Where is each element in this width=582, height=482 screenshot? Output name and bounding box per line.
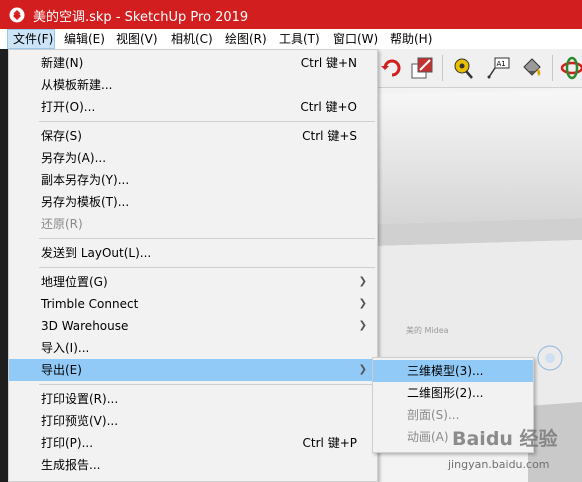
shortcut-text: Ctrl 键+N <box>300 56 357 70</box>
menu-bar: 文件(F) 编辑(E) 视图(V) 相机(C) 绘图(R) 工具(T) 窗口(W… <box>0 29 582 49</box>
menu-item-trimble-connect[interactable]: Trimble Connect ❯ <box>9 293 377 315</box>
menu-draw[interactable]: 绘图(R) <box>225 29 267 49</box>
menu-item-print[interactable]: 打印(P)... Ctrl 键+P <box>9 432 377 454</box>
menu-separator <box>39 121 375 122</box>
submenu-arrow-icon: ❯ <box>358 276 367 287</box>
menu-item-open[interactable]: 打开(O)... Ctrl 键+O <box>9 96 377 118</box>
menu-separator <box>39 267 375 268</box>
menu-item-export[interactable]: 导出(E) ❯ <box>9 359 377 381</box>
submenu-arrow-icon: ❯ <box>358 298 367 309</box>
menu-separator <box>39 238 375 239</box>
menu-file[interactable]: 文件(F) <box>7 29 55 49</box>
menu-item-save[interactable]: 保存(S) Ctrl 键+S <box>9 125 377 147</box>
menu-view[interactable]: 视图(V) <box>116 29 158 49</box>
menu-item-save-as-template[interactable]: 另存为模板(T)... <box>9 191 377 213</box>
menu-help[interactable]: 帮助(H) <box>390 29 432 49</box>
baidu-watermark: Baidu 经验 jingyan.baidu.com <box>444 420 582 482</box>
title-bar: 美的空调.skp - SketchUp Pro 2019 <box>0 0 582 29</box>
menu-item-print-setup[interactable]: 打印设置(R)... <box>9 388 377 410</box>
submenu-item-3d-model[interactable]: 三维模型(3)... <box>373 360 533 382</box>
submenu-arrow-icon: ❯ <box>358 364 367 375</box>
menu-camera[interactable]: 相机(C) <box>171 29 213 49</box>
menu-item-revert: 还原(R) <box>41 217 83 231</box>
file-menu-dropdown: 新建(N) Ctrl 键+N 从模板新建... 打开(O)... Ctrl 键+… <box>8 49 378 482</box>
window-title: 美的空调.skp - SketchUp Pro 2019 <box>33 10 249 25</box>
menu-item-new[interactable]: 新建(N) Ctrl 键+N <box>9 52 377 74</box>
menu-item-new-from-template[interactable]: 从模板新建... <box>9 74 377 96</box>
menu-edit[interactable]: 编辑(E) <box>64 29 105 49</box>
text-label-icon[interactable]: A1 <box>484 54 512 82</box>
menu-item-send-to-layout[interactable]: 发送到 LayOut(L)... <box>9 242 377 264</box>
toolbar-separator <box>552 55 553 81</box>
watermark-logo-text: Baidu 经验 <box>452 428 558 450</box>
menu-window[interactable]: 窗口(W) <box>333 29 378 49</box>
left-edge-strip <box>0 49 8 482</box>
submenu-item-2d-graphic[interactable]: 二维图形(2)... <box>373 382 533 404</box>
shortcut-text: Ctrl 键+O <box>300 100 357 114</box>
watermark-url: jingyan.baidu.com <box>448 458 550 471</box>
toolbar-separator <box>442 55 443 81</box>
toolbar: A1 <box>378 49 582 88</box>
menu-item-import[interactable]: 导入(I)... <box>9 337 377 359</box>
menu-tools[interactable]: 工具(T) <box>279 29 320 49</box>
menu-separator <box>39 384 375 385</box>
menu-item-3d-warehouse[interactable]: 3D Warehouse ❯ <box>9 315 377 337</box>
shortcut-text: Ctrl 键+P <box>302 436 357 450</box>
shortcut-text: Ctrl 键+S <box>302 129 357 143</box>
tape-measure-icon[interactable] <box>450 54 478 82</box>
scale-icon[interactable] <box>408 54 436 82</box>
orbit-icon[interactable] <box>558 54 582 82</box>
sketchup-logo-icon <box>9 7 25 23</box>
menu-item-save-copy-as[interactable]: 副本另存为(Y)... <box>9 169 377 191</box>
text-tool-label: A1 <box>497 60 506 68</box>
brand-text: 美的 Midea <box>406 325 449 335</box>
rotate-icon[interactable] <box>378 54 406 82</box>
menu-item-geo-location[interactable]: 地理位置(G) ❯ <box>9 271 377 293</box>
paint-bucket-icon[interactable] <box>518 54 546 82</box>
menu-item-save-as[interactable]: 另存为(A)... <box>9 147 377 169</box>
menu-item-generate-report[interactable]: 生成报告... <box>9 454 377 476</box>
menu-item-print-preview[interactable]: 打印预览(V)... <box>9 410 377 432</box>
submenu-arrow-icon: ❯ <box>358 320 367 331</box>
